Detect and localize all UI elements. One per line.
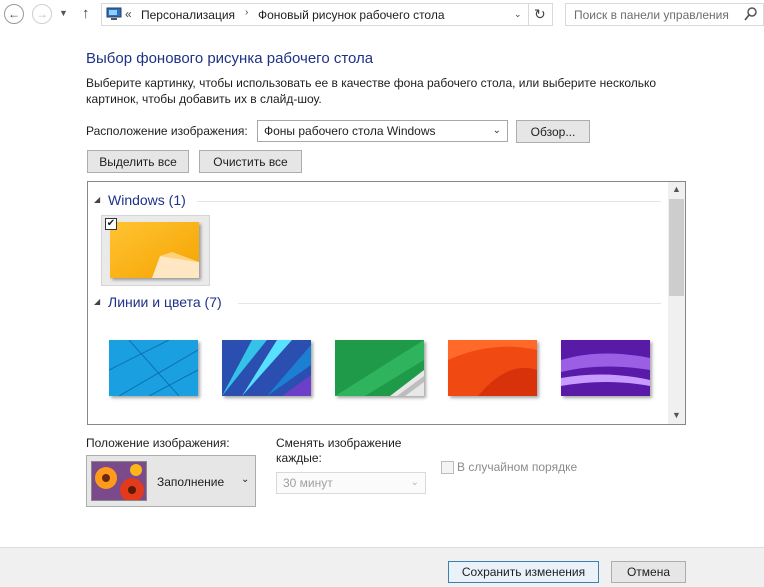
group-divider (238, 303, 661, 304)
control-panel-icon (106, 7, 122, 21)
group-header-lines-colors[interactable]: Линии и цвета (7) (108, 294, 222, 310)
interval-select[interactable]: 30 минут ⌄ (276, 472, 426, 494)
chevron-down-icon: ⌄ (241, 474, 250, 485)
breadcrumb-separator-icon: › (245, 7, 249, 18)
collapse-group-icon[interactable]: ◢ (94, 297, 100, 306)
chevron-down-icon: ▼ (59, 8, 68, 18)
arrow-up-icon: ↑ (82, 5, 90, 22)
breadcrumb-item-desktop-background[interactable]: Фоновый рисунок рабочего стола (258, 8, 445, 22)
breadcrumb-item-personalization[interactable]: Персонализация (141, 8, 235, 22)
shuffle-label: В случайном порядке (457, 460, 578, 474)
address-bar: ← → ▼ ↑ « Персонализация › Фоновый рисун… (0, 0, 764, 29)
group-header-windows[interactable]: Windows (1) (108, 192, 186, 208)
wallpaper-checkbox[interactable]: ✔ (105, 218, 117, 230)
group-divider (197, 201, 661, 202)
back-button[interactable]: ← (4, 4, 24, 24)
location-select[interactable]: Фоны рабочего стола Windows ⌄ (257, 120, 508, 142)
location-label: Расположение изображения: (86, 124, 248, 138)
wallpaper-thumbnail-blue-lines[interactable] (108, 339, 199, 397)
search-icon[interactable] (744, 6, 758, 22)
checkmark-icon: ✔ (106, 218, 116, 229)
chevron-down-icon[interactable]: ⌄ (514, 9, 522, 20)
wallpaper-thumbnail-orange[interactable] (448, 340, 537, 396)
position-label: Положение изображения: (86, 436, 230, 450)
cancel-button[interactable]: Отмена (611, 561, 686, 583)
wallpaper-thumbnail-purple[interactable] (561, 340, 650, 396)
scroll-up-icon[interactable]: ▲ (672, 184, 681, 194)
chevron-down-icon: ⌄ (410, 477, 419, 488)
position-value: Заполнение (157, 475, 225, 489)
chevron-down-icon: ⌄ (492, 125, 501, 136)
breadcrumb[interactable]: « Персонализация › Фоновый рисунок рабоч… (101, 3, 553, 26)
shuffle-checkbox[interactable] (441, 461, 454, 474)
browse-button[interactable]: Обзор... (516, 120, 590, 143)
scrollbar-thumb[interactable] (669, 199, 684, 296)
breadcrumb-overflow[interactable]: « (125, 7, 132, 21)
arrow-left-icon: ← (8, 7, 20, 21)
page-title: Выбор фонового рисунка рабочего стола (86, 50, 374, 67)
up-button[interactable]: ↑ (82, 5, 90, 22)
location-value: Фоны рабочего стола Windows (264, 124, 436, 138)
page-description: Выберите картинку, чтобы использовать ее… (86, 76, 657, 106)
forward-button[interactable]: → (32, 4, 52, 24)
wallpaper-thumbnail-green[interactable] (335, 340, 424, 396)
search-box[interactable]: Поиск в панели управления (565, 3, 764, 26)
search-input[interactable]: Поиск в панели управления (574, 8, 729, 22)
clear-all-button[interactable]: Очистить все (199, 150, 302, 173)
position-preview-image (91, 461, 147, 501)
position-select[interactable]: Заполнение ⌄ (86, 455, 256, 507)
divider (528, 4, 529, 25)
interval-label: Сменять изображение каждые: (276, 436, 402, 465)
scroll-down-icon[interactable]: ▼ (672, 410, 681, 420)
select-all-button[interactable]: Выделить все (87, 150, 189, 173)
save-button[interactable]: Сохранить изменения (448, 561, 599, 583)
arrow-right-icon: → (36, 7, 48, 21)
wallpaper-thumbnail-fan[interactable] (222, 340, 311, 396)
interval-value: 30 минут (283, 476, 333, 490)
wallpaper-thumbnail-windows[interactable] (110, 222, 199, 278)
recent-pages-button[interactable]: ▼ (59, 8, 68, 18)
collapse-group-icon[interactable]: ◢ (94, 195, 100, 204)
refresh-icon[interactable]: ↻ (534, 6, 546, 23)
